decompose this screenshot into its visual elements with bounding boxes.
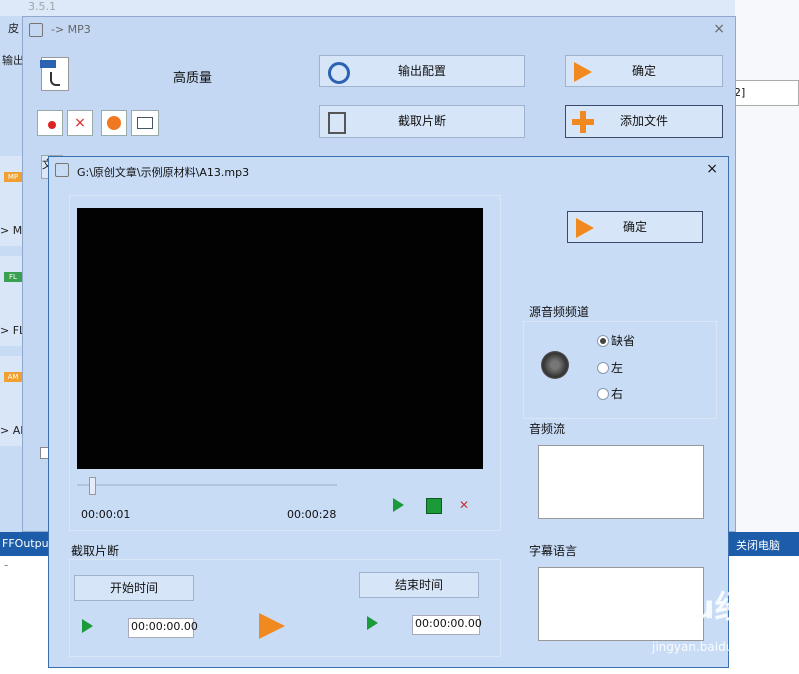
video-display [77,208,483,469]
app-icon [29,23,43,37]
clip-ok-label: 确定 [622,220,647,234]
add-file-label: 添加文件 [619,114,668,128]
mp3-file-icon [40,57,69,91]
main-right-input[interactable]: 2] [730,80,799,106]
film-icon [328,112,346,134]
mp3-dialog-title: -> MP3 [51,23,91,36]
play-from-start-icon[interactable] [82,619,93,633]
play-to-end-icon[interactable] [367,616,378,630]
watermark-url: jingyan.baidu.com [652,640,763,654]
total-time: 00:00:28 [287,508,337,521]
mp3-dialog-titlebar: -> MP3 × [23,17,735,43]
clip-label: 截取片断 [397,114,446,128]
format-label: > AM [0,424,22,437]
subtitle-language-label: 字幕语言 [529,544,578,558]
end-time-label: 结束时间 [394,578,443,592]
mute-icon[interactable]: ✕ [459,498,473,512]
output-config-label: 输出配置 [397,64,446,78]
format-item-flac[interactable]: FL > FLA [0,256,22,346]
audio-stream-label: 音频流 [529,422,566,436]
clip-dialog-title: G:\原创文章\示例原材料\A13.mp3 [77,166,250,179]
clip-ok-button[interactable]: 确定 [567,211,703,243]
close-icon[interactable]: × [713,21,725,37]
format-item-amr[interactable]: AM > AM [0,356,22,446]
start-time-label: 开始时间 [109,581,158,595]
format-sidebar: 皮 输出 MP > MP FL > FLA AM > AM [0,16,24,532]
seek-handle[interactable] [89,477,96,495]
start-time-button[interactable]: 开始时间 [74,575,194,601]
channel-radio-right[interactable] [597,388,609,400]
stop-icon[interactable] [426,498,442,514]
format-badge: AM [4,372,22,382]
arrow-right-icon [576,218,594,238]
channel-option-left[interactable]: 左 [611,359,623,376]
current-time: 00:00:01 [81,508,131,521]
left-label-output[interactable]: 输出 [2,52,24,68]
arrow-right-icon [574,62,592,82]
main-window-titlebar: 3.5.1 [0,0,799,16]
start-time-field[interactable]: 00:00:00.00 [128,618,198,638]
channel-option-default[interactable]: 缺省 [611,332,635,349]
ok-label: 确定 [631,64,656,78]
play-icon[interactable] [393,498,404,512]
seek-track[interactable] [77,484,337,486]
audio-stream-list[interactable] [538,445,704,519]
format-badge: FL [4,272,22,282]
end-time-button[interactable]: 结束时间 [359,572,479,598]
clip-button[interactable]: 截取片断 [319,105,525,138]
close-icon[interactable]: × [706,161,718,177]
quality-label[interactable]: 高质量 [173,67,212,86]
delete-icon[interactable]: × [67,110,93,136]
channel-radio-default[interactable] [597,335,609,347]
ok-button[interactable]: 确定 [565,55,723,87]
version-label: 3.5.1 [28,0,56,13]
app-icon [55,163,69,177]
play-icon[interactable] [101,110,127,136]
format-label: > MP [0,224,22,237]
source-channel-label: 源音频频道 [529,305,590,319]
speaker-icon [541,351,569,379]
format-item-mp3[interactable]: MP > MP [0,156,22,246]
status-app-name: FFOutput [2,537,53,550]
add-file-button[interactable]: 添加文件 [565,105,723,138]
arrow-right-icon [259,613,285,639]
settings-icon [328,62,350,84]
output-config-button[interactable]: 输出配置 [319,55,525,87]
remove-icon[interactable] [37,110,63,136]
end-time-field[interactable]: 00:00:00.00 [412,615,482,635]
channel-radio-left[interactable] [597,362,609,374]
clip-section-label: 截取片断 [71,544,120,558]
info-icon[interactable] [131,110,159,136]
format-label: > FLA [0,324,22,337]
shutdown-option[interactable]: 关闭电脑 [736,537,780,553]
task-list-text: - [4,558,9,572]
format-badge: MP [4,172,22,182]
watermark-logo: Baidu经验 [612,588,779,626]
plus-icon [572,111,594,133]
channel-option-right[interactable]: 右 [611,385,623,402]
